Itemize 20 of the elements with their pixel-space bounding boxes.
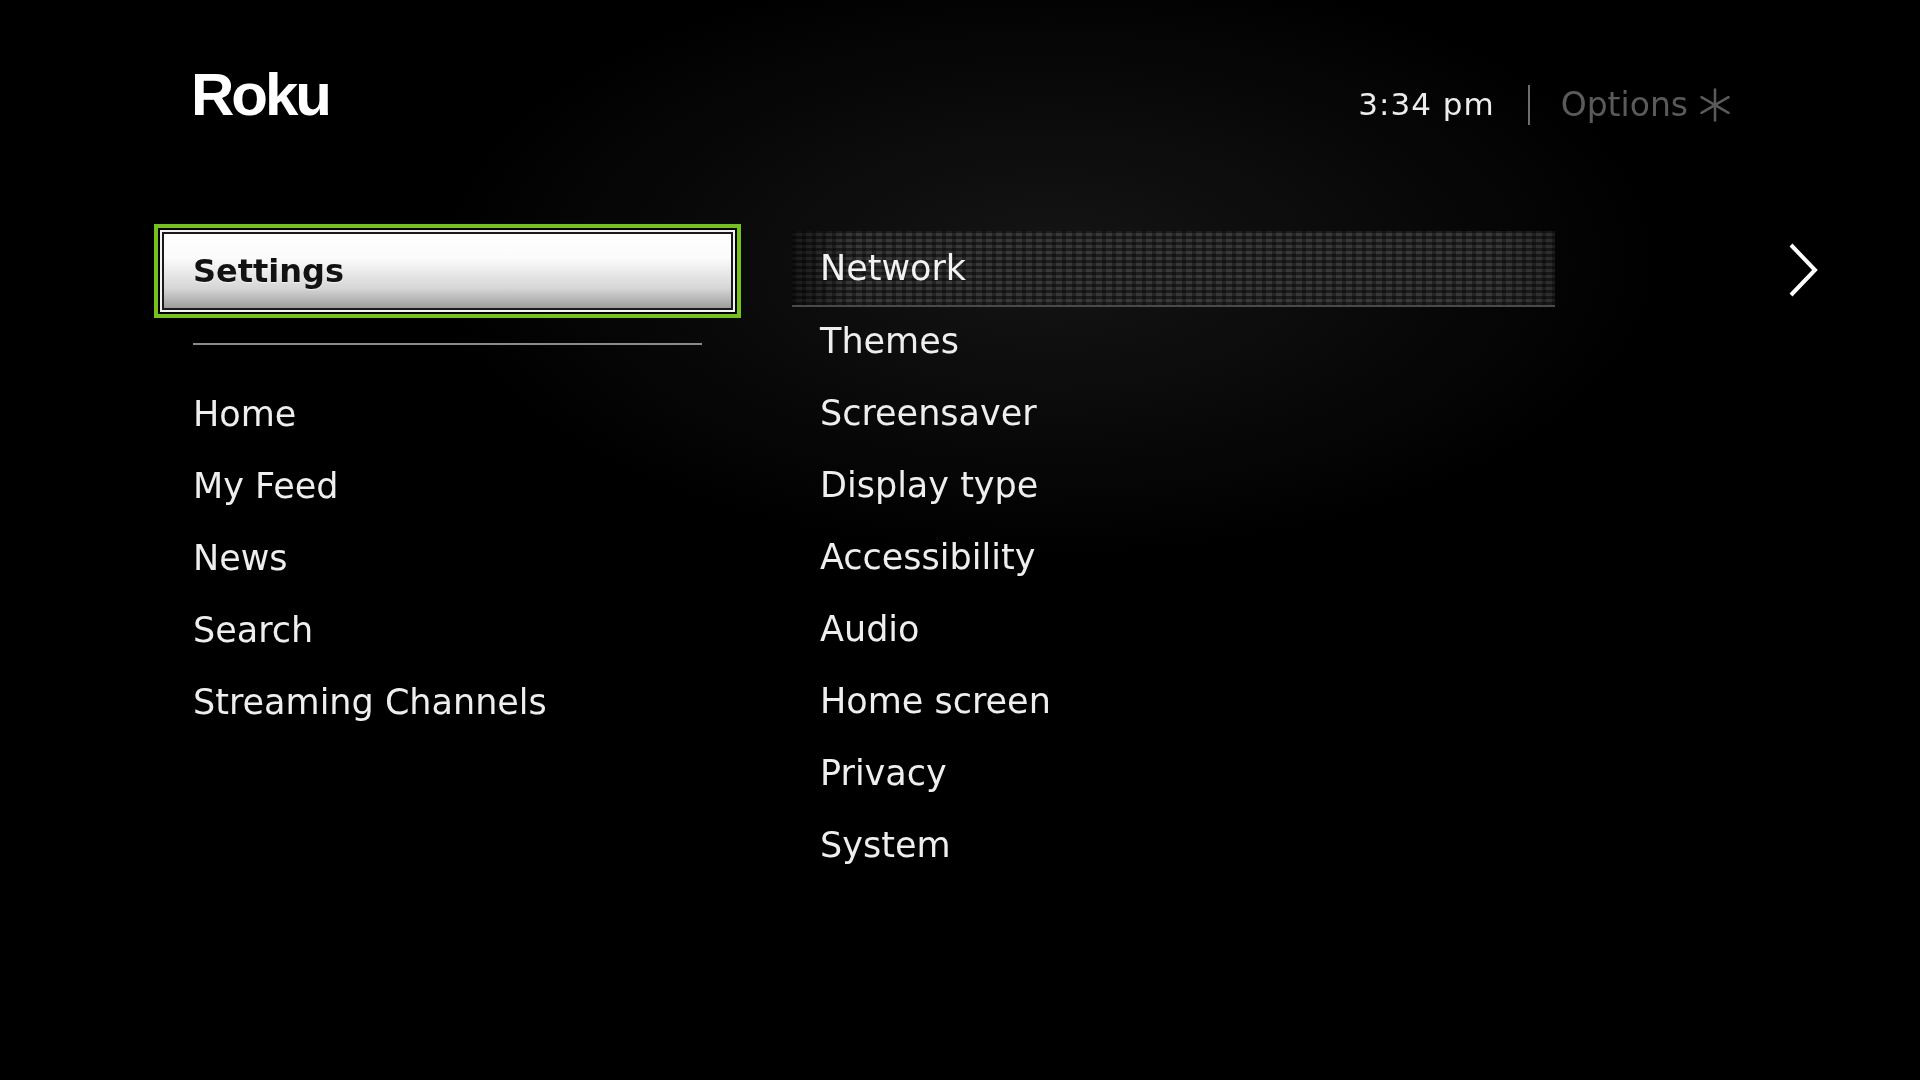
settings-menu-item[interactable]: Themes — [820, 320, 959, 362]
chevron-right-icon — [1788, 242, 1818, 298]
menu-item[interactable]: Search — [193, 609, 314, 651]
menu-item[interactable]: My Feed — [193, 465, 339, 507]
options-hint: Options — [1560, 84, 1688, 125]
clock-time: 3:34 pm — [1358, 86, 1495, 124]
settings-menu-item[interactable]: Display type — [820, 464, 1039, 506]
asterisk-icon — [1700, 87, 1730, 122]
menu-item[interactable]: News — [193, 537, 288, 579]
logo: Roku — [191, 65, 329, 125]
settings-menu-item[interactable]: Network — [792, 231, 1555, 307]
settings-menu-item[interactable]: Screensaver — [820, 392, 1037, 434]
settings-menu-item[interactable]: Accessibility — [820, 536, 1036, 578]
menu-item[interactable]: Streaming Channels — [193, 681, 547, 723]
menu-item[interactable]: Home — [193, 393, 297, 435]
settings-menu-item[interactable]: System — [820, 824, 951, 866]
settings-menu-item[interactable]: Audio — [820, 608, 920, 650]
settings-menu-item[interactable]: Privacy — [820, 752, 947, 794]
menu-item[interactable]: Settings — [154, 224, 741, 318]
settings-menu-item[interactable]: Home screen — [820, 680, 1051, 722]
